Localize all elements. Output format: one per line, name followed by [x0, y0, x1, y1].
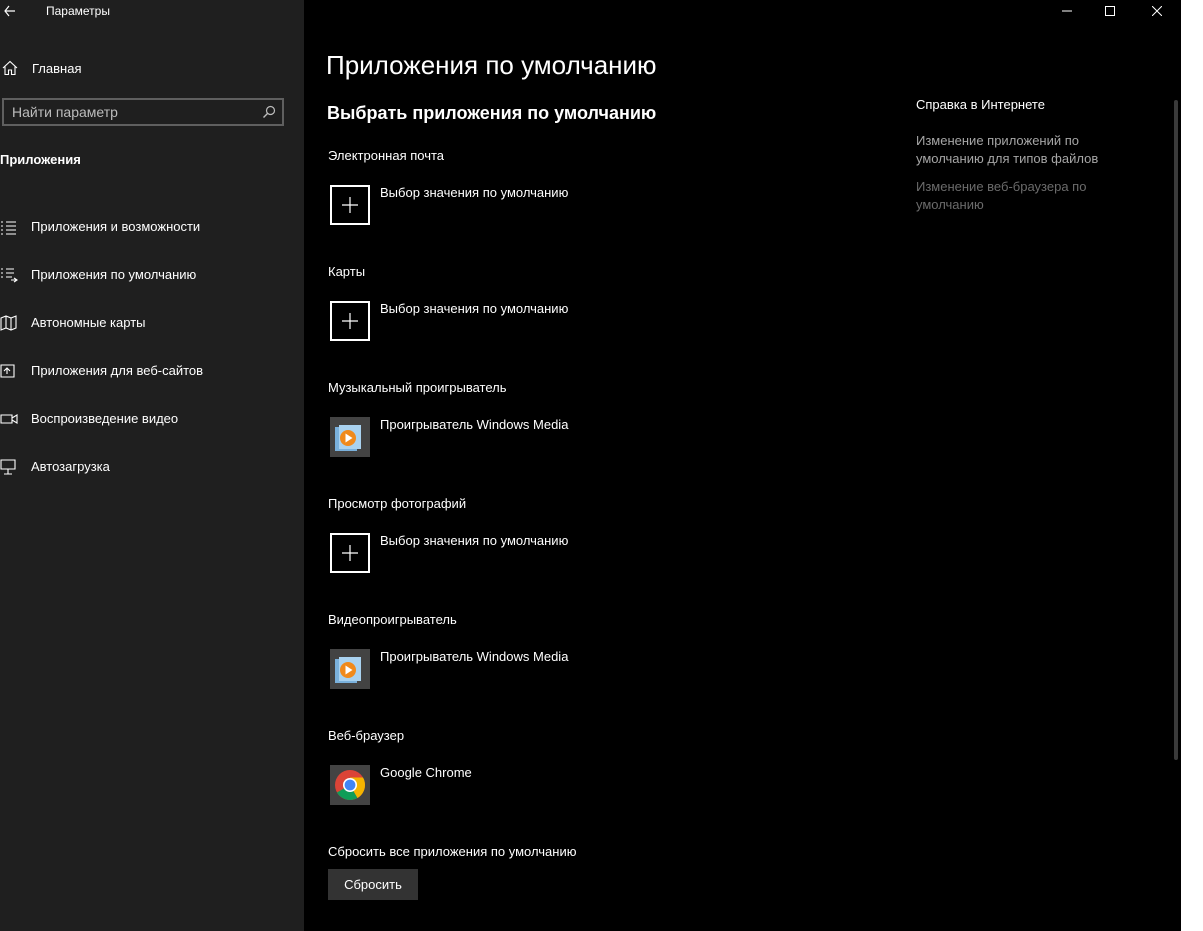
offline-maps-icon — [0, 315, 17, 331]
default-app-maps[interactable]: Выбор значения по умолчанию — [328, 299, 688, 345]
help-link-file-types[interactable]: Изменение приложений по умолчанию для ти… — [916, 132, 1116, 168]
apps-websites-icon — [0, 364, 15, 378]
window-title: Параметры — [46, 4, 110, 18]
search-icon[interactable] — [262, 105, 276, 119]
maximize-button[interactable] — [1087, 0, 1133, 22]
minimize-icon — [1062, 10, 1072, 12]
sidebar-item-home[interactable]: Главная — [0, 56, 304, 80]
scrollbar[interactable] — [1174, 100, 1178, 760]
sidebar-item-label: Главная — [32, 60, 82, 76]
home-icon — [2, 60, 18, 76]
close-button[interactable] — [1134, 0, 1180, 22]
sidebar-item-apps-websites[interactable]: Приложения для веб-сайтов — [0, 353, 304, 389]
startup-icon — [0, 459, 16, 475]
windows-media-player-icon — [330, 649, 370, 689]
default-app-name: Выбор значения по умолчанию — [380, 533, 569, 548]
default-app-name: Выбор значения по умолчанию — [380, 185, 569, 200]
close-icon — [1152, 6, 1162, 16]
default-app-browser[interactable]: Google Chrome — [328, 763, 688, 809]
section-title: Приложения — [0, 152, 81, 167]
sidebar-item-label: Автономные карты — [31, 315, 146, 330]
video-playback-icon — [0, 414, 18, 424]
sidebar: Параметры Главная Приложения Приложения … — [0, 0, 304, 931]
windows-media-player-icon — [330, 417, 370, 457]
category-label-email: Электронная почта — [328, 148, 445, 163]
sidebar-item-video-playback[interactable]: Воспроизведение видео — [0, 401, 304, 437]
back-button[interactable] — [1, 0, 19, 22]
category-label-maps: Карты — [328, 264, 366, 279]
default-app-name: Проигрыватель Windows Media — [380, 417, 569, 432]
default-app-name: Проигрыватель Windows Media — [380, 649, 569, 664]
apps-list-icon — [1, 221, 16, 235]
sidebar-item-label: Автозагрузка — [31, 459, 110, 474]
default-app-video[interactable]: Проигрыватель Windows Media — [328, 647, 688, 693]
help-title: Справка в Интернете — [916, 97, 1045, 112]
sidebar-item-apps-features[interactable]: Приложения и возможности — [0, 209, 304, 245]
default-app-music[interactable]: Проигрыватель Windows Media — [328, 415, 688, 461]
reset-label: Сбросить все приложения по умолчанию — [328, 844, 577, 859]
search-box — [2, 98, 284, 126]
sidebar-item-startup[interactable]: Автозагрузка — [0, 449, 304, 485]
sidebar-item-label: Воспроизведение видео — [31, 411, 179, 426]
chrome-icon — [330, 765, 370, 805]
sidebar-item-label: Приложения для веб-сайтов — [31, 363, 204, 378]
default-app-name: Выбор значения по умолчанию — [380, 301, 569, 316]
window-edge — [1181, 0, 1203, 931]
category-label-browser: Веб-браузер — [328, 728, 405, 743]
sidebar-item-offline-maps[interactable]: Автономные карты — [0, 305, 304, 341]
plus-icon — [330, 533, 370, 573]
maximize-icon — [1105, 6, 1115, 16]
category-label-video: Видеопроигрыватель — [328, 612, 457, 627]
section-heading: Выбрать приложения по умолчанию — [327, 103, 657, 123]
default-apps-icon — [1, 268, 18, 283]
page-title: Приложения по умолчанию — [326, 50, 657, 80]
help-link-browser[interactable]: Изменение веб-браузера по умолчанию — [916, 178, 1116, 214]
search-input[interactable] — [4, 100, 262, 124]
default-app-name: Google Chrome — [380, 765, 472, 780]
category-label-photos: Просмотр фотографий — [328, 496, 467, 511]
minimize-button[interactable] — [1044, 0, 1090, 22]
default-app-photos[interactable]: Выбор значения по умолчанию — [328, 531, 688, 577]
sidebar-item-label: Приложения по умолчанию — [31, 267, 197, 282]
arrow-left-icon — [4, 5, 15, 17]
sidebar-item-default-apps[interactable]: Приложения по умолчанию — [0, 257, 304, 293]
category-label-music: Музыкальный проигрыватель — [328, 380, 507, 395]
plus-icon — [330, 301, 370, 341]
plus-icon — [330, 185, 370, 225]
reset-button[interactable]: Сбросить — [328, 869, 418, 900]
default-app-email[interactable]: Выбор значения по умолчанию — [328, 183, 688, 229]
sidebar-item-label: Приложения и возможности — [31, 219, 201, 234]
